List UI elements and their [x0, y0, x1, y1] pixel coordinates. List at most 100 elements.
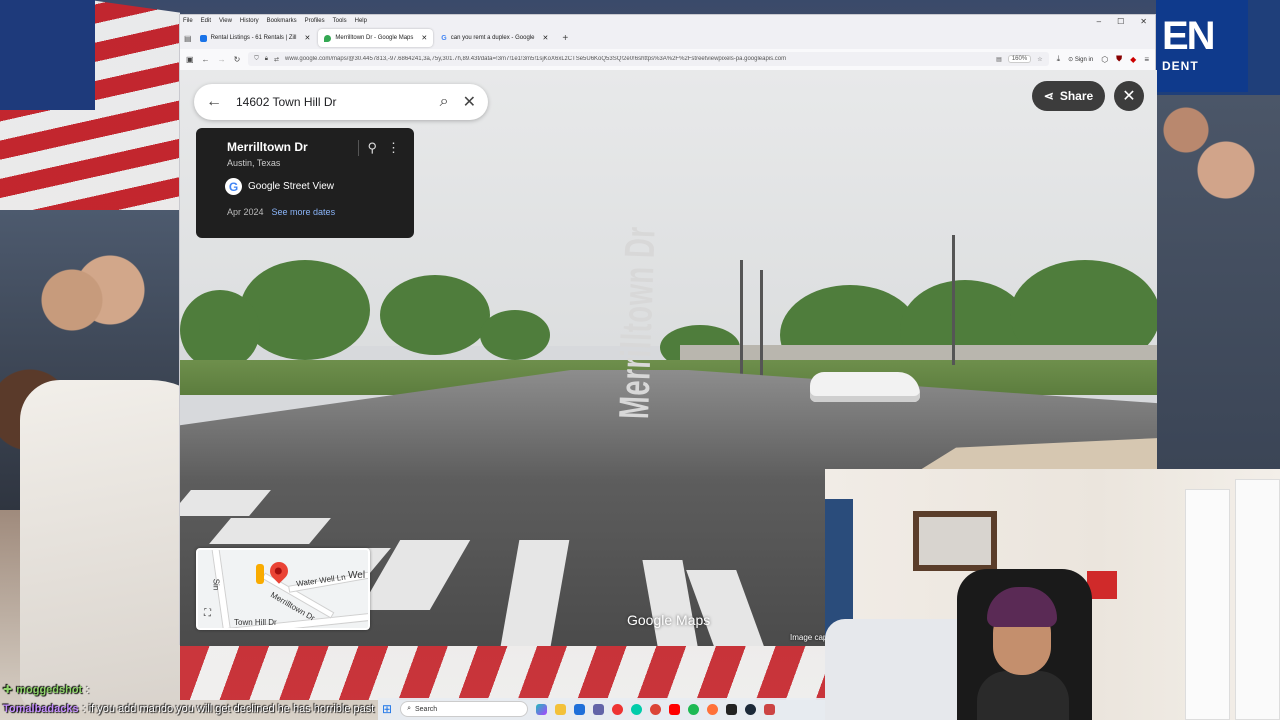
permissions-icon[interactable]: ⇄: [274, 56, 279, 63]
tab-google-maps[interactable]: Merrilltown Dr - Google Maps ✕: [318, 29, 434, 47]
pegman-icon[interactable]: [256, 564, 264, 584]
back-arrow-icon[interactable]: ←: [206, 93, 222, 111]
tab-close-icon[interactable]: ✕: [305, 34, 311, 42]
tab-close-icon[interactable]: ✕: [542, 34, 548, 42]
url-text[interactable]: www.google.com/maps/@30.4457813,-97.6864…: [285, 56, 990, 62]
terminal-icon[interactable]: [726, 703, 738, 715]
app-icon[interactable]: [764, 703, 776, 715]
minimize-icon[interactable]: –: [1097, 17, 1101, 26]
share-label: Share: [1059, 89, 1094, 103]
new-tab-icon[interactable]: +: [562, 33, 568, 44]
clear-search-icon[interactable]: ✕: [463, 92, 476, 112]
search-icon[interactable]: ⌕: [440, 93, 449, 111]
tree: [480, 310, 550, 360]
expand-map-icon[interactable]: ⛶: [204, 608, 211, 619]
close-street-view-button[interactable]: ✕: [1114, 81, 1144, 111]
streamer-body: [977, 671, 1069, 720]
google-maps-brand: Google Maps: [627, 612, 711, 628]
maps-search-bar[interactable]: ← 14602 Town Hill Dr ⌕ ✕: [194, 84, 488, 120]
tab-label: can you remt a duplex - Google: [450, 35, 535, 41]
tab-list-icon[interactable]: ▤: [184, 34, 192, 43]
road-marking-text: Merrilltown Dr: [610, 225, 664, 420]
tree: [180, 290, 260, 370]
back-icon[interactable]: ←: [202, 55, 210, 64]
menu-history[interactable]: History: [240, 18, 259, 24]
tab-zillow[interactable]: Rental Listings - 61 Rentals | Zill ✕: [194, 29, 317, 47]
spotify-icon[interactable]: [688, 703, 700, 715]
nav-bar: ▣ ← → ↻ ⛉ 🔒︎ ⇄ www.google.com/maps/@30.4…: [180, 49, 1155, 69]
maximize-icon[interactable]: ☐: [1117, 17, 1124, 26]
utility-pole: [760, 270, 763, 380]
tab-bar: ▤ Rental Listings - 61 Rentals | Zill ✕ …: [180, 27, 1155, 49]
sign-in-label: Sign in: [1074, 56, 1094, 63]
ublock-icon[interactable]: ⛊: [1116, 54, 1122, 64]
tab-label: Merrilltown Dr - Google Maps: [335, 35, 414, 41]
extension-red-icon[interactable]: ◆: [1130, 55, 1136, 64]
menu-bar: File Edit View History Bookmarks Profile…: [180, 15, 1155, 27]
url-bar[interactable]: ⛉ 🔒︎ ⇄ www.google.com/maps/@30.4457813,-…: [248, 52, 1049, 66]
shield-icon[interactable]: ⛉: [254, 56, 259, 63]
tab-google-search[interactable]: G can you remt a duplex - Google ✕: [435, 29, 554, 47]
minimap-label-wel: Wel: [348, 570, 366, 581]
room-door: [1235, 479, 1280, 720]
capture-dates: Apr 2024 See more dates: [227, 207, 414, 217]
lock-icon[interactable]: 🔒︎: [265, 56, 268, 63]
bookmark-star-icon[interactable]: ☆: [1037, 56, 1042, 63]
menu-profiles[interactable]: Profiles: [305, 18, 325, 24]
edge-icon[interactable]: [631, 703, 643, 715]
google-favicon-icon: G: [441, 34, 447, 42]
tab-label: Rental Listings - 61 Rentals | Zill: [210, 35, 297, 41]
minimap[interactable]: Water Well Ln Wel Merrilltown Dr Town Hi…: [196, 548, 370, 630]
image-caption: Image cap: [790, 633, 828, 642]
menu-file[interactable]: File: [183, 18, 193, 24]
info-card-actions: ⚲ ⋮: [358, 140, 400, 156]
opera-icon[interactable]: [612, 703, 624, 715]
extensions-icon[interactable]: ⬡: [1101, 55, 1108, 64]
white-car: [810, 372, 920, 402]
rally-sign: EN DENT: [1156, 0, 1248, 92]
zoom-level[interactable]: 160%: [1007, 55, 1032, 63]
utility-pole: [952, 235, 955, 365]
teams-icon[interactable]: [593, 703, 605, 715]
share-button[interactable]: ⋖ Share: [1032, 81, 1105, 111]
file-explorer-icon[interactable]: [555, 703, 567, 715]
menu-view[interactable]: View: [219, 18, 232, 24]
copilot-icon[interactable]: [536, 703, 548, 715]
menu-edit[interactable]: Edit: [201, 18, 211, 24]
store-icon[interactable]: [574, 703, 586, 715]
street-view-provider: G Google Street View: [225, 178, 414, 195]
place-subtitle: Austin, Texas: [227, 158, 281, 168]
streamer: [977, 587, 1069, 720]
more-options-icon[interactable]: ⋮: [387, 140, 400, 156]
minimap-label-town-hill: Town Hill Dr: [234, 618, 277, 627]
firefox-icon[interactable]: [707, 703, 719, 715]
steam-icon[interactable]: [745, 703, 757, 715]
menu-bookmarks[interactable]: Bookmarks: [267, 18, 297, 24]
menu-hamburger-icon[interactable]: ≡: [1144, 55, 1149, 64]
search-query[interactable]: 14602 Town Hill Dr: [236, 95, 426, 109]
forward-icon[interactable]: →: [218, 55, 226, 64]
tab-close-icon[interactable]: ✕: [421, 34, 427, 42]
chrome-icon[interactable]: [650, 703, 662, 715]
sign-subtext: DENT: [1162, 59, 1199, 73]
google-logo-icon: G: [225, 178, 242, 195]
close-window-icon[interactable]: ✕: [1140, 17, 1147, 26]
sign-in-button[interactable]: ⊙ Sign in: [1068, 56, 1093, 63]
sidebar-toggle-icon[interactable]: ▣: [186, 55, 194, 64]
reader-view-icon[interactable]: ▤: [996, 56, 1002, 63]
menu-help[interactable]: Help: [355, 18, 367, 24]
taskbar-search[interactable]: ⌕ Search: [400, 701, 529, 717]
chat-overlay: ✚ moggedshot : Tomalbadacks : if you add…: [0, 680, 400, 718]
location-pin-icon[interactable]: ⚲: [367, 140, 377, 156]
windows-start-icon[interactable]: ⊞: [382, 702, 392, 716]
chat-badge-icon: ✚: [3, 684, 13, 696]
light-pole: [740, 260, 743, 380]
tree: [380, 275, 490, 355]
youtube-icon[interactable]: [669, 703, 681, 715]
reload-icon[interactable]: ↻: [234, 55, 241, 64]
menu-tools[interactable]: Tools: [333, 18, 347, 24]
see-more-dates-link[interactable]: See more dates: [272, 207, 336, 217]
taskbar-search-placeholder: Search: [414, 705, 438, 713]
flag-canton: [0, 0, 95, 110]
downloads-icon[interactable]: ⤓: [1057, 54, 1061, 64]
